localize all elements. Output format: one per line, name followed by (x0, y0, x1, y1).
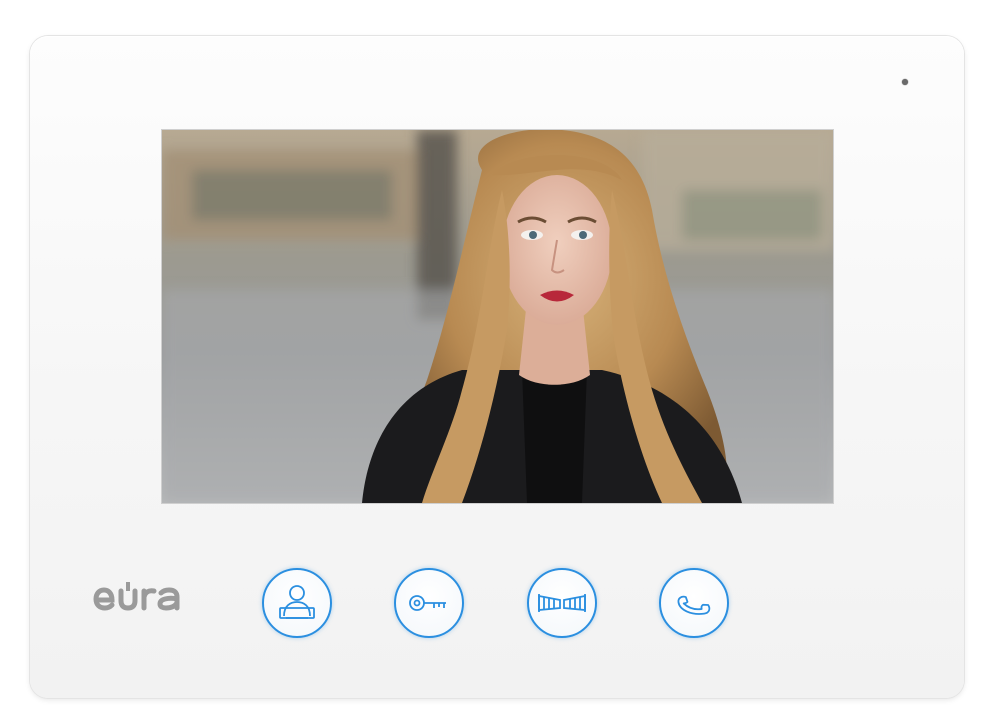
monitor-person-icon (279, 585, 315, 619)
open-gate-button[interactable] (527, 568, 597, 638)
eura-logo (93, 582, 180, 611)
gate-icon (538, 594, 586, 612)
handset-icon (677, 595, 711, 615)
unlock-door-button[interactable] (394, 568, 464, 638)
video-screen (162, 130, 833, 503)
key-icon (409, 595, 446, 611)
camera-feed-image (162, 130, 833, 503)
monitor-button[interactable] (262, 568, 332, 638)
call-button[interactable] (659, 568, 729, 638)
microphone-hole (902, 79, 908, 85)
